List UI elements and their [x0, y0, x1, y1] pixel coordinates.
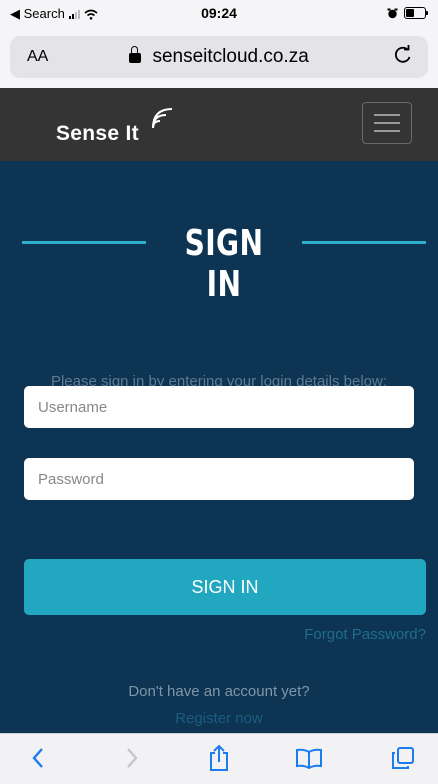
tabs-icon	[392, 747, 414, 769]
bookmarks-button[interactable]	[289, 740, 329, 776]
title-divider-right	[302, 241, 426, 244]
share-icon	[210, 744, 228, 771]
share-button[interactable]	[199, 740, 239, 776]
register-link[interactable]: Register now	[0, 710, 438, 727]
status-right	[387, 7, 428, 19]
page-title: SIGN IN	[184, 223, 264, 305]
password-input[interactable]	[24, 458, 414, 500]
site-header: Sense It	[0, 88, 438, 161]
lock-icon	[129, 46, 142, 63]
address-box[interactable]: AA senseitcloud.co.za	[10, 36, 428, 78]
menu-bar	[374, 114, 400, 116]
forgot-password-link[interactable]: Forgot Password?	[304, 626, 426, 643]
bookmarks-icon	[296, 748, 322, 769]
username-input[interactable]	[24, 386, 414, 428]
alarm-icon	[387, 8, 398, 18]
site-logo[interactable]: Sense It	[56, 122, 139, 146]
no-account-text: Don't have an account yet?	[128, 683, 310, 700]
browser-toolbar	[0, 733, 438, 784]
browser-bar: AA senseitcloud.co.za	[0, 28, 438, 88]
battery-icon	[404, 7, 428, 19]
forward-icon	[127, 748, 138, 768]
menu-toggle-button[interactable]	[362, 102, 412, 144]
status-bar: ◀ Search 09:24	[0, 0, 438, 28]
title-divider-left	[22, 241, 146, 244]
sign-in-panel: SIGN IN Please sign in by entering your …	[0, 161, 438, 733]
forward-button[interactable]	[112, 740, 152, 776]
sign-in-button[interactable]: SIGN IN	[24, 559, 426, 615]
status-time: 09:24	[201, 5, 237, 21]
menu-bar	[374, 130, 400, 132]
url-field[interactable]: senseitcloud.co.za	[10, 46, 428, 68]
back-icon	[32, 748, 43, 768]
menu-bar	[374, 122, 400, 124]
back-button[interactable]	[18, 740, 58, 776]
url-text: senseitcloud.co.za	[152, 46, 309, 67]
tabs-button[interactable]	[383, 740, 423, 776]
signal-waves-icon	[152, 108, 173, 129]
reload-icon[interactable]	[392, 44, 414, 66]
